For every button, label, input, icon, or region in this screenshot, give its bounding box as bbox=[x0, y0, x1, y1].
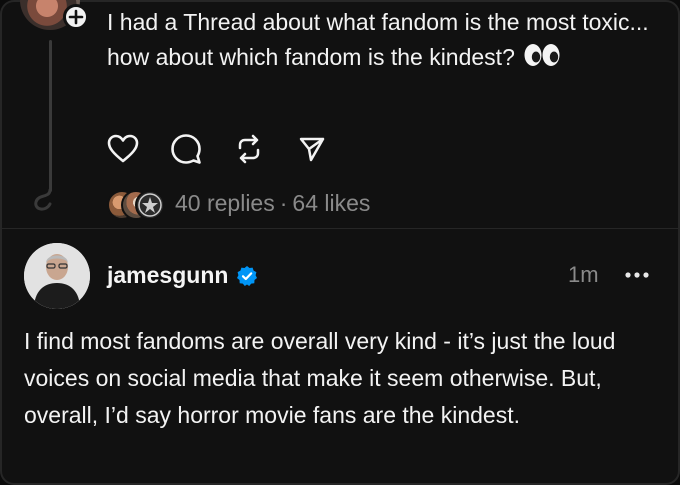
heart-icon bbox=[107, 134, 139, 163]
post-divider bbox=[0, 228, 680, 229]
share-button[interactable] bbox=[295, 132, 329, 166]
username-row: jamesgunn bbox=[107, 262, 258, 289]
repost-icon bbox=[238, 134, 260, 164]
post-body: I had a Thread about what fandom is the … bbox=[107, 5, 667, 77]
thread-connector-line bbox=[49, 40, 52, 192]
verified-badge-icon bbox=[237, 265, 258, 286]
more-options-button[interactable] bbox=[620, 262, 654, 288]
post-text: I had a Thread about what fandom is the … bbox=[107, 9, 649, 70]
post-time: 1m bbox=[568, 262, 599, 287]
reply-avatar bbox=[135, 190, 165, 220]
user-avatar[interactable] bbox=[24, 243, 90, 309]
separator: · bbox=[279, 189, 288, 216]
more-options-icon bbox=[625, 272, 649, 278]
send-icon bbox=[299, 137, 325, 162]
eyes-emoji bbox=[523, 42, 561, 77]
plus-icon[interactable] bbox=[63, 4, 89, 30]
engagement-counts: 40 replies · 64 likes bbox=[175, 190, 370, 217]
username[interactable]: jamesgunn bbox=[107, 262, 228, 289]
repost-button[interactable] bbox=[232, 132, 266, 166]
likes-count[interactable]: 64 likes bbox=[292, 190, 370, 216]
reply-text: I find most fandoms are overall very kin… bbox=[24, 328, 616, 428]
reply-avatars bbox=[107, 188, 165, 220]
reply-button[interactable] bbox=[169, 132, 203, 166]
post-stats: 40 replies · 64 likes bbox=[107, 187, 370, 220]
replies-count[interactable]: 40 replies bbox=[175, 190, 275, 216]
comment-icon bbox=[171, 134, 201, 164]
post-actions bbox=[106, 132, 358, 166]
threads-feed: I had a Thread about what fandom is the … bbox=[0, 0, 680, 485]
thread-curl-icon bbox=[34, 188, 52, 211]
like-button[interactable] bbox=[106, 132, 140, 166]
